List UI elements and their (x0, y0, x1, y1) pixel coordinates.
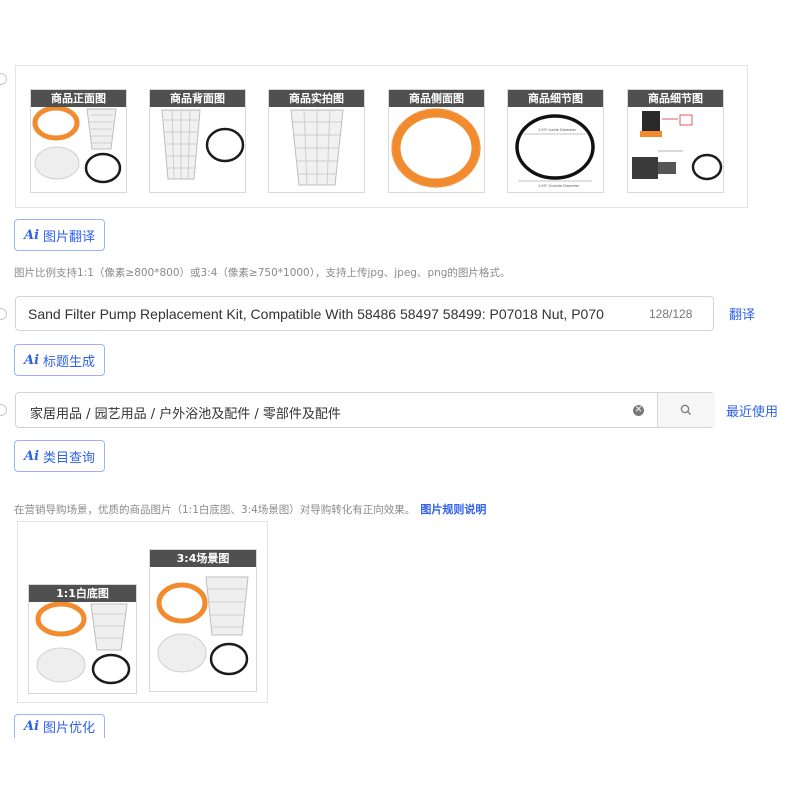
search-button[interactable] (657, 393, 715, 427)
thumbnail-label: 商品正面图 (31, 90, 126, 107)
diagram-text-top: 1.93" Inside Diameter (538, 128, 577, 132)
category-input-value: 家居用品 / 园艺用品 / 户外浴池及配件 / 零部件及配件 (30, 407, 341, 422)
title-generate-button[interactable]: Ai 标题生成 (14, 344, 106, 376)
title-char-counter: 128/128 (649, 307, 693, 321)
kit-scene-image (156, 576, 249, 676)
clear-icon[interactable]: ✕ (633, 405, 644, 416)
ai-icon: Ai (24, 227, 40, 243)
pump-detail-image (632, 111, 723, 181)
title-input-value: Sand Filter Pump Replacement Kit, Compat… (28, 306, 604, 322)
thumbnail-label: 商品细节图 (628, 90, 723, 107)
ai-icon: Ai (24, 352, 40, 368)
title-translate-link[interactable]: 翻译 (729, 304, 755, 323)
thumbnail-side[interactable]: 商品侧面图 (388, 89, 485, 193)
marketing-image-panel: 1:1白底图 3:4场景图 (17, 521, 268, 703)
image-translate-button[interactable]: Ai 图片翻译 (14, 219, 106, 251)
title-generate-label: 标题生成 (43, 354, 96, 370)
thumbnail-detail-pump[interactable]: 商品细节图 (627, 89, 724, 193)
ai-icon: Ai (24, 719, 40, 734)
title-section-radio[interactable] (0, 308, 7, 320)
title-input[interactable]: Sand Filter Pump Replacement Kit, Compat… (15, 296, 714, 331)
marketing-hint-row: 在营销导购场景，优质的商品图片（1:1白底图、3:4场景图）对导购转化有正向效果… (14, 498, 486, 517)
image-optimize-button[interactable]: Ai 图片优化 (14, 714, 106, 738)
thumbnail-label: 商品细节图 (508, 90, 603, 107)
thumbnail-photo[interactable]: 商品实拍图 (268, 89, 365, 193)
category-section-radio[interactable] (0, 404, 7, 416)
category-input[interactable]: 家居用品 / 园艺用品 / 户外浴池及配件 / 零部件及配件 ✕ (15, 392, 715, 428)
image-rules-link[interactable]: 图片规则说明 (420, 503, 486, 516)
scene-image[interactable]: 3:4场景图 (149, 549, 257, 692)
ai-icon: Ai (24, 448, 40, 464)
kit-white-bg-image (35, 602, 131, 685)
thumbnail-detail-oring[interactable]: 商品细节图 1.93" Inside Diameter 1.95" Outsid… (507, 89, 604, 193)
product-image-panel: 商品正面图 商品背面图 商品实拍图 商品侧面图 商品细节图 1.93" Insi… (15, 65, 748, 208)
scene-label: 3:4场景图 (150, 550, 256, 567)
nut-side-image (391, 108, 481, 188)
white-bg-label: 1:1白底图 (29, 585, 136, 602)
recent-used-link[interactable]: 最近使用 (726, 401, 778, 420)
basket-back-image (161, 109, 245, 180)
thumbnail-label: 商品侧面图 (389, 90, 484, 107)
basket-photo-image (290, 109, 344, 186)
image-optimize-label: 图片优化 (43, 721, 96, 736)
kit-front-image (32, 107, 122, 184)
oring-detail-image (515, 114, 595, 182)
diagram-text-bottom: 1.95" Outside Diameter (538, 184, 580, 188)
thumbnail-label: 商品实拍图 (269, 90, 364, 107)
image-section-radio[interactable] (0, 73, 7, 85)
category-query-button[interactable]: Ai 类目查询 (14, 440, 106, 472)
thumbnail-label: 商品背面图 (150, 90, 245, 107)
thumbnail-front[interactable]: 商品正面图 (30, 89, 127, 193)
image-translate-label: 图片翻译 (43, 229, 96, 245)
marketing-hint: 在营销导购场景，优质的商品图片（1:1白底图、3:4场景图）对导购转化有正向效果… (14, 504, 416, 516)
category-query-label: 类目查询 (43, 450, 96, 466)
search-icon (680, 404, 692, 416)
thumbnail-back[interactable]: 商品背面图 (149, 89, 246, 193)
white-bg-image[interactable]: 1:1白底图 (28, 584, 137, 694)
image-ratio-hint: 图片比例支持1:1（像素≥800*800）或3:4（像素≥750*1000），支… (14, 267, 511, 279)
